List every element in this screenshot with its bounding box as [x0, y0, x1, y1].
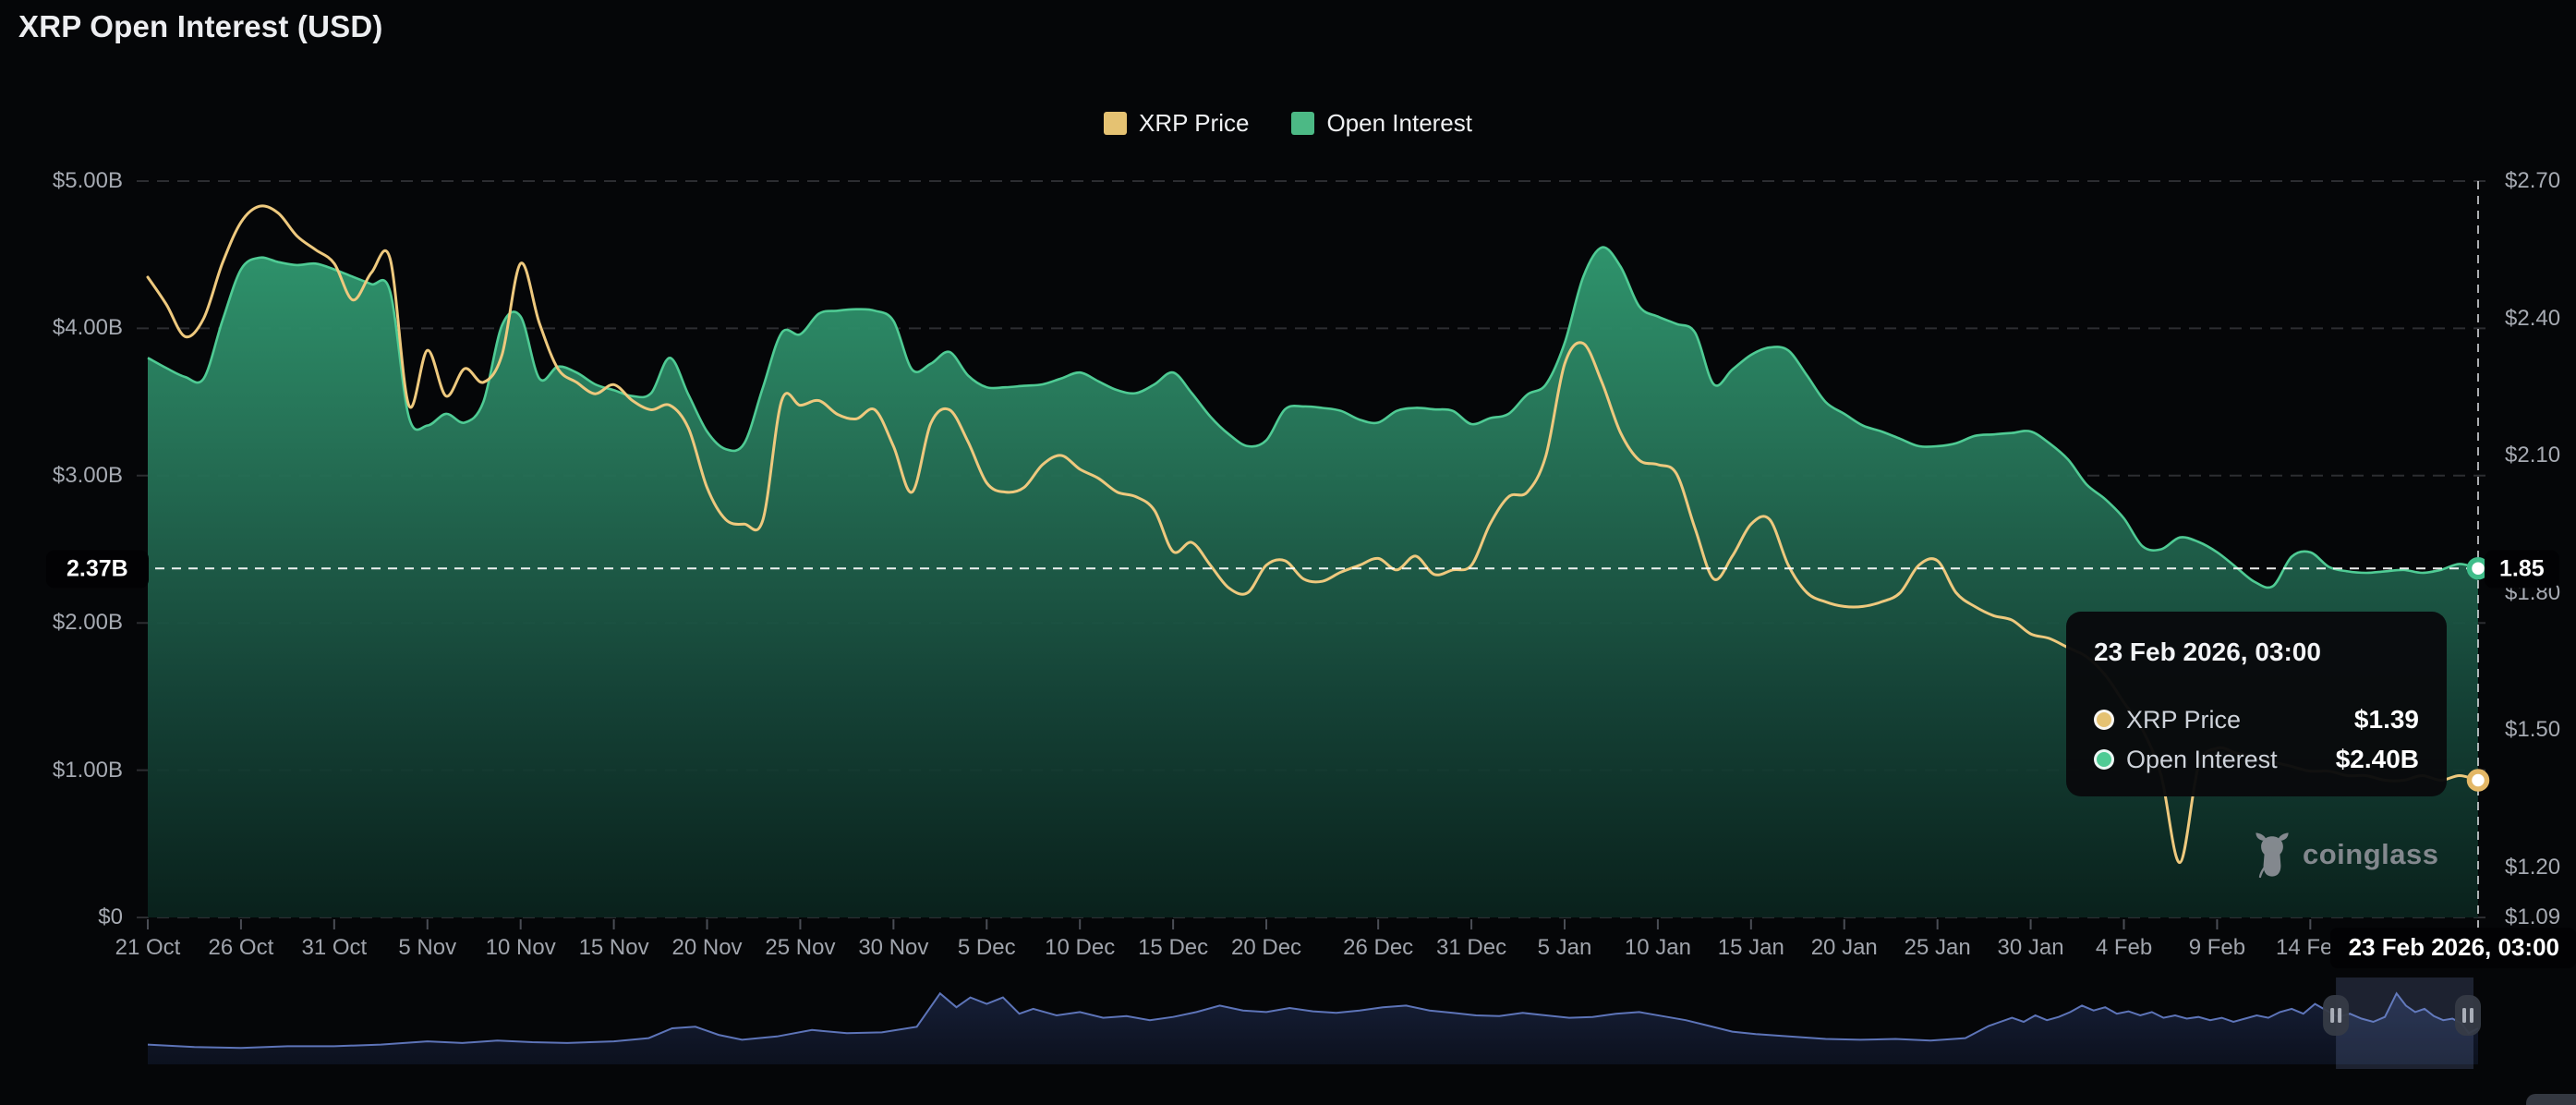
chart-root: XRP Open Interest (USD) XRP Price Open I… — [0, 0, 2576, 1105]
x-axis-label: 9 Feb — [2189, 935, 2245, 961]
left-axis-label: $0 — [12, 905, 123, 930]
x-axis-label: 21 Oct — [115, 935, 181, 961]
x-axis-label: 15 Nov — [579, 935, 649, 961]
open-interest-dot-icon — [2094, 749, 2114, 770]
x-axis-label: 20 Nov — [671, 935, 742, 961]
right-axis-label: $2.10 — [2505, 443, 2560, 468]
price-axis-line-badge: 1.85 — [2485, 551, 2559, 589]
x-axis-label: 31 Dec — [1436, 935, 1506, 961]
navigator-handle-right[interactable] — [2455, 995, 2481, 1036]
x-axis-label: 25 Jan — [1905, 935, 1971, 961]
right-axis-label: $1.09 — [2505, 905, 2560, 930]
x-axis-label: 10 Jan — [1625, 935, 1691, 961]
plot-hover-area[interactable] — [148, 181, 2478, 917]
x-axis-label: 30 Jan — [1998, 935, 2064, 961]
tooltip-value-xrp-price: $1.39 — [2354, 705, 2419, 735]
tooltip-value-open-interest: $2.40B — [2336, 745, 2419, 774]
tooltip-date: 23 Feb 2026, 03:00 — [2094, 638, 2419, 667]
tooltip-label-xrp-price: XRP Price — [2126, 706, 2241, 735]
right-axis-label: $2.70 — [2505, 168, 2560, 194]
crosshair-date-badge: 23 Feb 2026, 03:00 — [2330, 928, 2576, 968]
xrp-price-dot-icon — [2094, 710, 2114, 730]
right-axis-label: $1.50 — [2505, 717, 2560, 743]
navigator-selected-window[interactable] — [2336, 978, 2473, 1069]
x-axis-label: 30 Nov — [858, 935, 928, 961]
x-axis-label: 25 Nov — [765, 935, 835, 961]
coinglass-watermark: coinglass — [2251, 831, 2439, 879]
left-axis-label: $5.00B — [12, 168, 123, 194]
x-axis-label: 26 Dec — [1343, 935, 1413, 961]
x-axis-label: 5 Nov — [398, 935, 456, 961]
x-axis-label: 20 Jan — [1811, 935, 1878, 961]
right-axis-label: $2.40 — [2505, 306, 2560, 332]
left-axis-label: $3.00B — [12, 463, 123, 489]
x-axis-label: 10 Nov — [486, 935, 556, 961]
coinglass-brand-text: coinglass — [2303, 838, 2439, 871]
coinglass-bull-icon — [2251, 831, 2293, 879]
left-axis-label: $1.00B — [12, 758, 123, 783]
tooltip-rows: XRP Price $1.39 Open Interest $2.40B — [2094, 705, 2419, 774]
chart-tooltip: 23 Feb 2026, 03:00 XRP Price $1.39 Open … — [2066, 612, 2447, 796]
x-axis-label: 5 Jan — [1538, 935, 1592, 961]
x-axis-label: 4 Feb — [2096, 935, 2152, 961]
left-axis-label: $4.00B — [12, 315, 123, 341]
x-axis-label: 15 Jan — [1718, 935, 1784, 961]
x-axis-label: 20 Dec — [1231, 935, 1301, 961]
x-axis-label: 31 Oct — [301, 935, 367, 961]
tooltip-row-xrp-price: XRP Price $1.39 — [2094, 705, 2419, 735]
tooltip-row-open-interest: Open Interest $2.40B — [2094, 745, 2419, 774]
navigator-area[interactable] — [148, 993, 2478, 1064]
left-axis-label: $2.00B — [12, 610, 123, 636]
tooltip-label-open-interest: Open Interest — [2126, 746, 2278, 774]
x-axis-label: 5 Dec — [958, 935, 1016, 961]
navigator-handle-left[interactable] — [2323, 995, 2349, 1036]
open-interest-last-value-badge: 2.37B — [46, 551, 149, 589]
x-axis-label: 10 Dec — [1045, 935, 1115, 961]
right-axis-label: $1.20 — [2505, 855, 2560, 880]
scroll-corner — [2526, 1094, 2576, 1105]
x-axis-label: 26 Oct — [209, 935, 274, 961]
x-axis-label: 15 Dec — [1138, 935, 1208, 961]
